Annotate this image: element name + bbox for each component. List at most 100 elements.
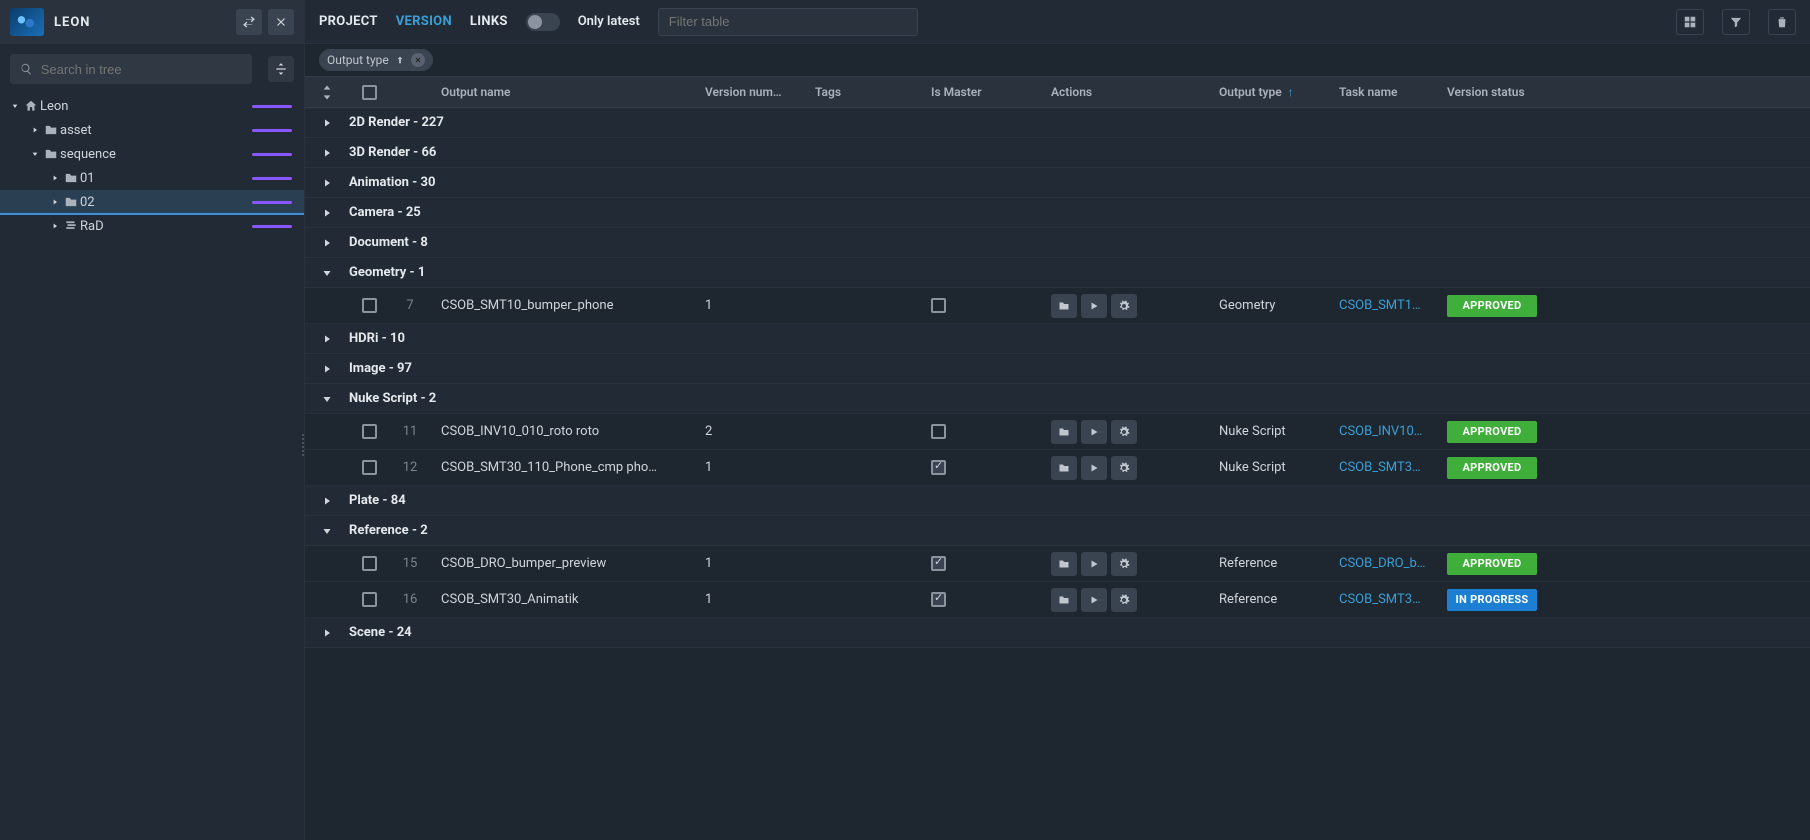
search-input[interactable] bbox=[41, 62, 242, 77]
row-output-type: Reference bbox=[1209, 592, 1329, 607]
chevron-right-icon[interactable] bbox=[305, 147, 349, 159]
filter-table-input[interactable] bbox=[658, 8, 918, 36]
col-output-name[interactable]: Output name bbox=[431, 85, 695, 99]
row-is-master[interactable] bbox=[921, 424, 1041, 439]
open-folder-button[interactable] bbox=[1051, 456, 1077, 480]
open-folder-button[interactable] bbox=[1051, 588, 1077, 612]
group-row[interactable]: Geometry - 1 bbox=[305, 258, 1810, 288]
chevron-right-icon[interactable] bbox=[305, 363, 349, 375]
tab-version[interactable]: VERSION bbox=[396, 14, 452, 29]
col-task-name[interactable]: Task name bbox=[1329, 85, 1437, 99]
caret-icon[interactable] bbox=[28, 126, 42, 134]
play-button[interactable] bbox=[1081, 588, 1107, 612]
table-row[interactable]: 11CSOB_INV10_010_roto roto2Nuke ScriptCS… bbox=[305, 414, 1810, 450]
row-task-link[interactable]: CSOB_DRO_bum… bbox=[1339, 556, 1427, 571]
group-row[interactable]: Camera - 25 bbox=[305, 198, 1810, 228]
row-is-master[interactable] bbox=[921, 460, 1041, 475]
folder-icon bbox=[42, 123, 60, 137]
row-is-master[interactable] bbox=[921, 592, 1041, 607]
col-is-master[interactable]: Is Master bbox=[921, 85, 1041, 99]
row-checkbox[interactable] bbox=[362, 298, 377, 313]
group-row[interactable]: Document - 8 bbox=[305, 228, 1810, 258]
chevron-right-icon[interactable] bbox=[305, 627, 349, 639]
group-row[interactable]: Image - 97 bbox=[305, 354, 1810, 384]
col-version-status[interactable]: Version status bbox=[1437, 85, 1547, 99]
caret-icon[interactable] bbox=[8, 102, 22, 110]
chevron-right-icon[interactable] bbox=[305, 207, 349, 219]
chevron-right-icon[interactable] bbox=[305, 237, 349, 249]
group-row[interactable]: 3D Render - 66 bbox=[305, 138, 1810, 168]
settings-button[interactable] bbox=[1111, 552, 1137, 576]
expand-tree-icon[interactable] bbox=[268, 56, 294, 82]
group-row[interactable]: Plate - 84 bbox=[305, 486, 1810, 516]
open-folder-button[interactable] bbox=[1051, 420, 1077, 444]
row-is-master[interactable] bbox=[921, 556, 1041, 571]
row-checkbox[interactable] bbox=[362, 460, 377, 475]
row-task-link[interactable]: CSOB_SMT10_b… bbox=[1339, 298, 1427, 313]
grid-view-icon[interactable] bbox=[1676, 9, 1704, 35]
row-checkbox[interactable] bbox=[362, 424, 377, 439]
row-task-link[interactable]: CSOB_INV10_01… bbox=[1339, 424, 1427, 439]
filter-icon[interactable] bbox=[1722, 9, 1750, 35]
row-checkbox[interactable] bbox=[362, 592, 377, 607]
chevron-down-icon[interactable] bbox=[305, 525, 349, 537]
table-row[interactable]: 15CSOB_DRO_bumper_preview1ReferenceCSOB_… bbox=[305, 546, 1810, 582]
settings-button[interactable] bbox=[1111, 456, 1137, 480]
group-row[interactable]: HDRi - 10 bbox=[305, 324, 1810, 354]
sidebar-search[interactable] bbox=[10, 54, 252, 84]
col-version-num[interactable]: Version num… bbox=[695, 85, 805, 99]
caret-icon[interactable] bbox=[28, 150, 42, 158]
caret-icon[interactable] bbox=[48, 174, 62, 182]
row-task-link[interactable]: CSOB_SMT30_1… bbox=[1339, 460, 1427, 475]
row-task-link[interactable]: CSOB_SMT30 / … bbox=[1339, 592, 1427, 607]
open-folder-button[interactable] bbox=[1051, 294, 1077, 318]
close-panel-icon[interactable] bbox=[268, 9, 294, 35]
settings-button[interactable] bbox=[1111, 588, 1137, 612]
tree-node-sequence[interactable]: sequence bbox=[0, 142, 304, 166]
tree-node-asset[interactable]: asset bbox=[0, 118, 304, 142]
col-tags[interactable]: Tags bbox=[805, 85, 921, 99]
settings-button[interactable] bbox=[1111, 420, 1137, 444]
tree-node-rad[interactable]: RaD bbox=[0, 214, 304, 238]
caret-icon[interactable] bbox=[48, 198, 62, 206]
group-row[interactable]: Animation - 30 bbox=[305, 168, 1810, 198]
table-row[interactable]: 16CSOB_SMT30_Animatik1ReferenceCSOB_SMT3… bbox=[305, 582, 1810, 618]
group-row[interactable]: Reference - 2 bbox=[305, 516, 1810, 546]
play-button[interactable] bbox=[1081, 456, 1107, 480]
group-row[interactable]: Scene - 24 bbox=[305, 618, 1810, 648]
tree-node-leon[interactable]: Leon bbox=[0, 94, 304, 118]
chevron-right-icon[interactable] bbox=[305, 177, 349, 189]
chevron-down-icon[interactable] bbox=[305, 267, 349, 279]
chevron-right-icon[interactable] bbox=[305, 117, 349, 129]
group-row[interactable]: Nuke Script - 2 bbox=[305, 384, 1810, 414]
only-latest-toggle[interactable] bbox=[526, 13, 560, 31]
row-index: 15 bbox=[389, 556, 431, 571]
play-button[interactable] bbox=[1081, 294, 1107, 318]
chevron-right-icon[interactable] bbox=[305, 495, 349, 507]
table-row[interactable]: 12CSOB_SMT30_110_Phone_cmp pho…1Nuke Scr… bbox=[305, 450, 1810, 486]
play-button[interactable] bbox=[1081, 552, 1107, 576]
delete-icon[interactable] bbox=[1768, 9, 1796, 35]
caret-icon[interactable] bbox=[48, 222, 62, 230]
select-all-checkbox[interactable] bbox=[349, 85, 389, 100]
tree-node-01[interactable]: 01 bbox=[0, 166, 304, 190]
resize-handle[interactable] bbox=[300, 420, 306, 470]
col-output-type[interactable]: Output type ↑ bbox=[1209, 85, 1329, 99]
table-row[interactable]: 7CSOB_SMT10_bumper_phone1GeometryCSOB_SM… bbox=[305, 288, 1810, 324]
expand-all-control[interactable] bbox=[305, 84, 349, 101]
open-folder-button[interactable] bbox=[1051, 552, 1077, 576]
group-row[interactable]: 2D Render - 227 bbox=[305, 108, 1810, 138]
settings-button[interactable] bbox=[1111, 294, 1137, 318]
chevron-down-icon[interactable] bbox=[305, 393, 349, 405]
chevron-right-icon[interactable] bbox=[305, 333, 349, 345]
swap-icon[interactable] bbox=[236, 9, 262, 35]
row-is-master[interactable] bbox=[921, 298, 1041, 313]
chip-remove-icon[interactable] bbox=[411, 53, 425, 67]
play-button[interactable] bbox=[1081, 420, 1107, 444]
row-checkbox[interactable] bbox=[362, 556, 377, 571]
tab-links[interactable]: LINKS bbox=[470, 14, 508, 29]
row-output-type: Nuke Script bbox=[1209, 424, 1329, 439]
tree-node-02[interactable]: 02 bbox=[0, 190, 304, 214]
tab-project[interactable]: PROJECT bbox=[319, 14, 378, 29]
group-chip-output-type[interactable]: Output type bbox=[319, 49, 433, 71]
